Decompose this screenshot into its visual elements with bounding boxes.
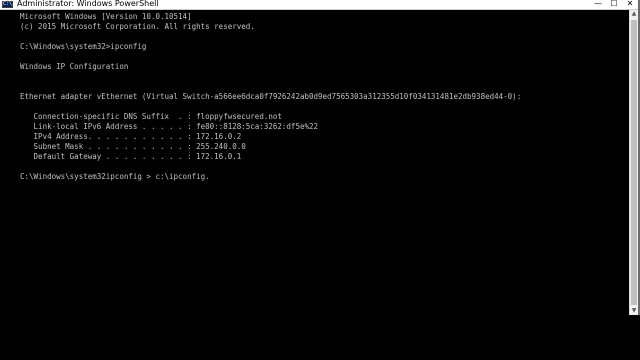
console-line: Ethernet adapter vEthernet (Virtual Swit… [20, 92, 522, 101]
console-line: Subnet Mask . . . . . . . . . . . : 255.… [20, 142, 246, 151]
title-bar[interactable]: C:\ Administrator: Windows PowerShell — … [0, 0, 638, 10]
console-line: C:\Windows\system32ipconfig > c:\ipconfi… [20, 172, 210, 181]
maximize-button[interactable]: ☐ [606, 0, 622, 9]
powershell-icon: C:\ [2, 1, 13, 8]
console-line: Microsoft Windows [Version 10.0.10514] [20, 12, 192, 21]
powershell-window: C:\ Administrator: Windows PowerShell — … [0, 0, 640, 315]
minimize-button[interactable]: — [590, 0, 606, 9]
console-line: Connection-specific DNS Suffix . : flopp… [20, 112, 282, 121]
window-controls: — ☐ ✕ [590, 0, 638, 9]
console-output[interactable]: Microsoft Windows [Version 10.0.10514] (… [0, 10, 630, 315]
console-line: Default Gateway . . . . . . . . . : 172.… [20, 152, 242, 161]
scroll-up-icon[interactable]: ▲ [630, 10, 638, 18]
close-button[interactable]: ✕ [622, 0, 638, 9]
scroll-thumb[interactable] [631, 20, 637, 305]
console-line: IPv4 Address. . . . . . . . . . . : 172.… [20, 132, 242, 141]
console-line: (c) 2015 Microsoft Corporation. All righ… [20, 22, 255, 31]
scroll-down-icon[interactable]: ▼ [630, 307, 638, 315]
console-line: C:\Windows\system32>ipconfig [20, 42, 147, 51]
console-line: Windows IP Configuration [20, 62, 129, 71]
window-title: Administrator: Windows PowerShell [17, 0, 159, 8]
vertical-scrollbar[interactable]: ▲ ▼ [629, 10, 638, 315]
console-line: Link-local IPv6 Address . . . . . : fe80… [20, 122, 319, 131]
